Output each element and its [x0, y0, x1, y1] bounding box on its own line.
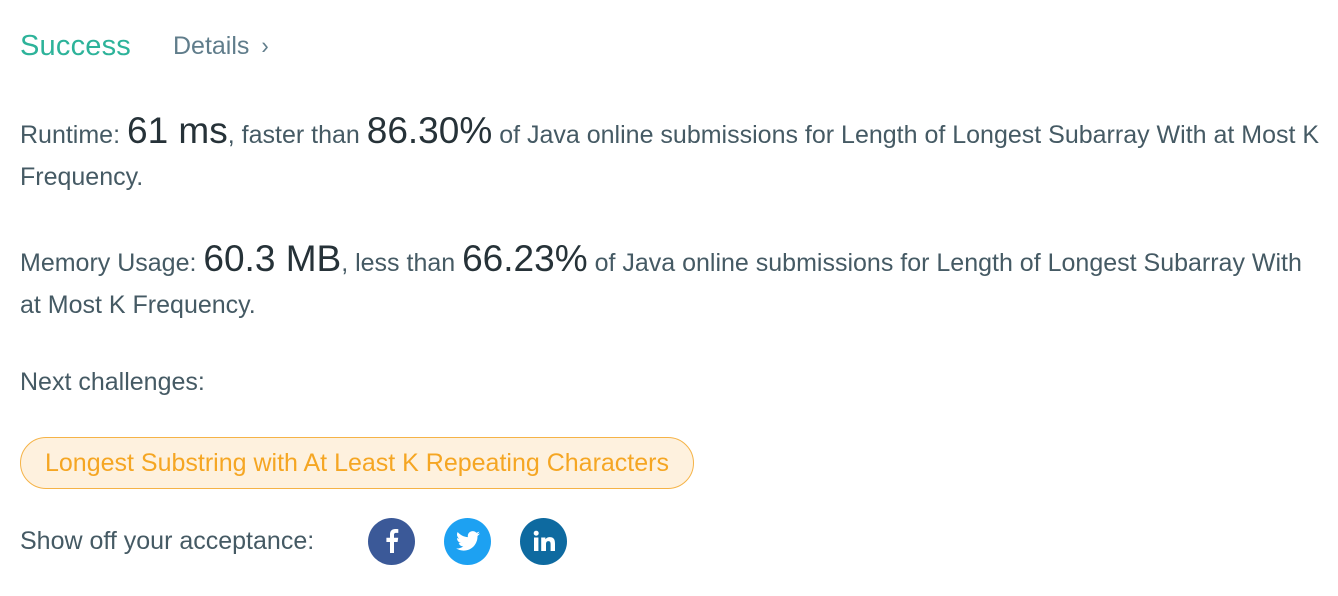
chevron-right-icon: ›: [261, 31, 269, 60]
memory-label: Memory Usage:: [20, 249, 197, 277]
facebook-icon: [386, 529, 398, 553]
submission-result-panel: Success Details › Runtime: 61 ms, faster…: [0, 0, 1338, 596]
status-row: Success Details ›: [20, 26, 269, 66]
social-buttons: [368, 517, 596, 565]
linkedin-share-button[interactable]: [520, 517, 568, 565]
details-label: Details: [173, 31, 250, 60]
next-challenge-tag[interactable]: Longest Substring with At Least K Repeat…: [20, 437, 694, 489]
share-row: Show off your acceptance:: [20, 517, 596, 565]
facebook-share-button[interactable]: [368, 517, 416, 565]
share-label: Show off your acceptance:: [20, 526, 315, 555]
next-challenges-label: Next challenges:: [20, 368, 205, 396]
linkedin-icon: [533, 530, 555, 551]
runtime-label: Runtime:: [20, 121, 121, 149]
status-text: Success: [20, 29, 131, 62]
runtime-value: 61 ms: [127, 110, 228, 151]
details-link[interactable]: Details ›: [173, 32, 269, 61]
twitter-icon: [455, 531, 480, 551]
memory-stat: Memory Usage: 60.3 MB, less than 66.23% …: [20, 238, 1325, 326]
twitter-share-button[interactable]: [444, 517, 492, 565]
memory-value: 60.3 MB: [203, 238, 342, 279]
runtime-comparison: , faster than: [227, 121, 360, 149]
memory-percentile: 66.23%: [462, 238, 588, 279]
runtime-stat: Runtime: 61 ms, faster than 86.30% of Ja…: [20, 110, 1325, 198]
memory-comparison: , less than: [341, 249, 456, 277]
runtime-percentile: 86.30%: [366, 110, 493, 151]
